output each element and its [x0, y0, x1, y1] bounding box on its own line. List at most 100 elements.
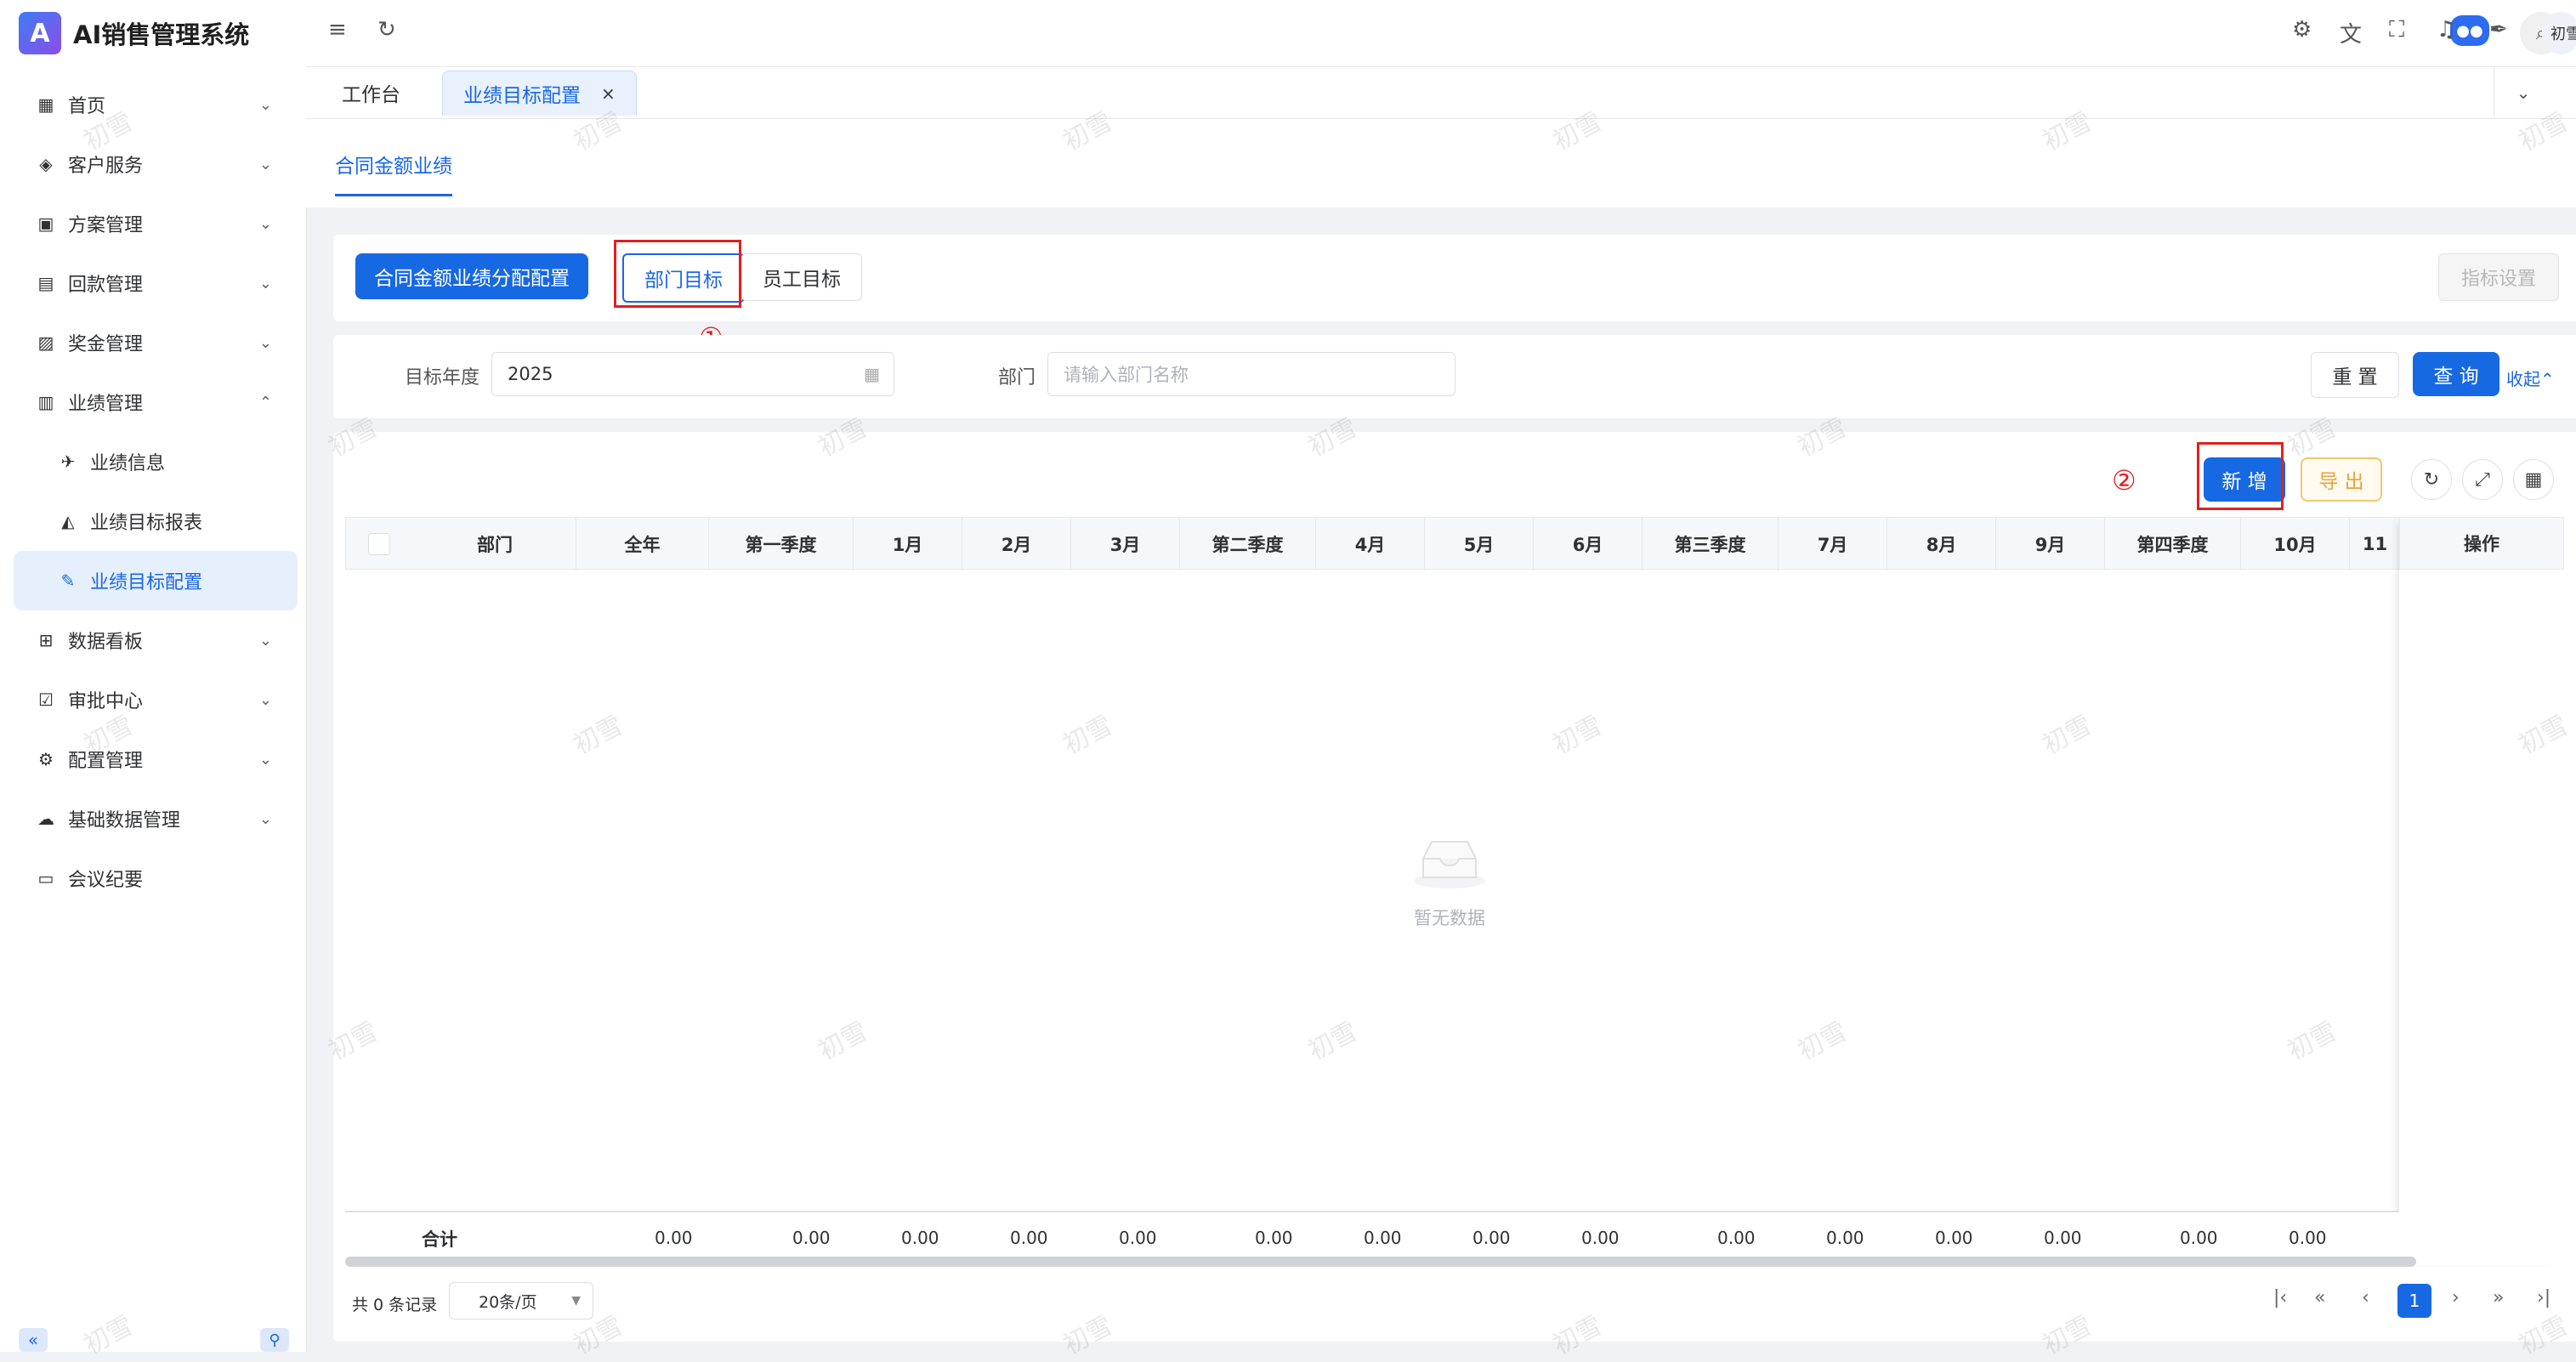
fullscreen-icon[interactable]: ⛶ [2389, 17, 2404, 43]
col-m5: 5月 [1424, 518, 1533, 570]
sum-m4: 0.00 [1364, 1228, 1402, 1248]
performance-chart-icon: ▥ [37, 392, 54, 412]
sidebar-item-config-management[interactable]: ⚙ 配置管理 ⌄ [14, 729, 298, 789]
col-q1: 第一季度 [708, 518, 853, 570]
sidebar-item-performance-management[interactable]: ▥ 业绩管理 ⌃ [14, 372, 298, 432]
meeting-icon: ▭ [37, 868, 54, 888]
contract-allocation-config-button[interactable]: 合同金额业绩分配配置 [355, 253, 588, 299]
tab-label: 工作台 [342, 84, 400, 106]
customer-service-icon: ◈ [39, 154, 53, 174]
tab-workbench[interactable]: 工作台 [321, 71, 421, 115]
sidebar-item-customer-service[interactable]: ◈ 客户服务 ⌄ [14, 134, 298, 194]
col-m6: 6月 [1533, 518, 1642, 570]
horizontal-scrollbar[interactable] [345, 1257, 2416, 1267]
approval-icon: ☑ [38, 690, 54, 710]
page-current[interactable]: 1 [2397, 1284, 2431, 1318]
sidebar-item-label: 业绩信息 [90, 453, 166, 474]
filter-card: 目标年度 2025 ▦ 部门 请输入部门名称 重 置 查 询 收起⌃ [333, 335, 2576, 418]
sum-m1: 0.00 [901, 1228, 939, 1248]
chevron-down-icon: ⌄ [258, 333, 272, 352]
cloud-data-icon: ☁ [37, 809, 54, 829]
rocket-icon: ✈ [60, 451, 76, 472]
sidebar-item-home[interactable]: ▦ 首页 ⌄ [14, 75, 298, 134]
col-m4: 4月 [1315, 518, 1424, 570]
sum-q3: 0.00 [1717, 1228, 1756, 1248]
bell-icon[interactable]: ♫ [2437, 17, 2456, 43]
col-q2: 第二季度 [1179, 518, 1315, 570]
sidebar-item-label: 配置管理 [68, 751, 144, 772]
sidebar-item-performance-info[interactable]: ✈ 业绩信息 [14, 432, 298, 491]
tab-dropdown-icon[interactable]: ⌄ [2494, 67, 2552, 118]
tab-contract-amount[interactable]: 合同金额业绩 [335, 150, 452, 196]
summary-row: 合计 0.00 0.00 0.00 0.00 0.00 0.00 0.00 0.… [345, 1211, 2399, 1260]
operation-column: 操作 [2399, 517, 2564, 1265]
sidebar-item-label: 业绩目标报表 [90, 513, 203, 534]
query-button[interactable]: 查 询 [2413, 352, 2499, 396]
brand[interactable]: A AI销售管理系统 [19, 10, 249, 56]
close-icon[interactable]: × [601, 83, 616, 104]
fullscreen-table-icon[interactable]: ⤢ [2462, 459, 2503, 500]
sidebar-item-bonus-management[interactable]: ▨ 奖金管理 ⌄ [14, 313, 298, 372]
dept-input[interactable]: 请输入部门名称 [1047, 352, 1455, 396]
sidebar-item-approval-center[interactable]: ☑ 审批中心 ⌄ [14, 670, 298, 729]
sidebar-item-target-report[interactable]: ◭ 业绩目标报表 [14, 491, 298, 551]
gear-icon[interactable]: ⚙ [2292, 17, 2312, 43]
sum-m5: 0.00 [1472, 1228, 1511, 1248]
user-avatar[interactable]: 初雪 [2542, 12, 2576, 54]
top-bar: ≡ ↻ ●● ⌕ ⚙ 文 ⛶ ♫ ✒ 初雪 [306, 0, 2576, 67]
dropdown-caret-icon: ▼ [571, 1294, 581, 1308]
dept-label: 部门 [998, 367, 1036, 389]
prev-fast-icon[interactable]: « [2314, 1287, 2325, 1308]
indicator-setting-button[interactable]: 指标设置 [2438, 253, 2559, 301]
col-operation: 操作 [2399, 517, 2564, 570]
collapse-link[interactable]: 收起⌃ [2506, 366, 2555, 390]
prev-page-icon[interactable]: ‹ [2362, 1287, 2369, 1308]
staff-target-button[interactable]: 员工目标 [741, 253, 862, 301]
col-m8: 8月 [1887, 518, 1995, 570]
sum-m10: 0.00 [2289, 1228, 2327, 1248]
translate-icon[interactable]: 文 [2340, 17, 2362, 48]
sidebar-item-payment-management[interactable]: ▤ 回款管理 ⌄ [14, 253, 298, 313]
annotation-box-2 [2197, 442, 2284, 510]
sidebar-item-meeting-minutes[interactable]: ▭ 会议纪要 [14, 848, 298, 908]
page-size-value: 20条/页 [479, 1292, 537, 1312]
pin-icon[interactable]: ⚲ [260, 1328, 289, 1352]
wrench-icon[interactable]: ✒ [2489, 17, 2508, 43]
tab-target-config[interactable]: 业绩目标配置 × [442, 71, 637, 116]
reset-button[interactable]: 重 置 [2311, 352, 2399, 398]
col-year: 全年 [576, 518, 708, 570]
year-label: 目标年度 [405, 367, 480, 389]
first-page-icon[interactable]: |‹ [2273, 1287, 2287, 1308]
page-size-select[interactable]: 20条/页 ▼ [449, 1282, 593, 1319]
col-m9: 9月 [1995, 518, 2104, 570]
sidebar-item-data-board[interactable]: ⊞ 数据看板 ⌄ [14, 610, 298, 670]
export-button[interactable]: 导 出 [2301, 457, 2382, 502]
next-fast-icon[interactable]: » [2493, 1287, 2504, 1308]
refresh-icon[interactable]: ↻ [377, 17, 396, 43]
collapse-sidebar-icon[interactable]: « [19, 1328, 48, 1352]
sum-m3: 0.00 [1119, 1228, 1157, 1248]
sidebar-item-base-data[interactable]: ☁ 基础数据管理 ⌄ [14, 789, 298, 848]
col-q3: 第三季度 [1642, 518, 1778, 570]
sidebar-menu: ▦ 首页 ⌄ ◈ 客户服务 ⌄ ▣ 方案管理 ⌄ ▤ 回款管理 ⌄ ▨ 奖金管理 ⌄ ▥ 业绩管理 ⌃ … [14, 75, 298, 908]
select-all-checkbox[interactable] [368, 533, 390, 555]
annotation-box-1 [614, 240, 741, 308]
year-value: 2025 [508, 364, 553, 384]
year-input[interactable]: 2025 ▦ [491, 352, 894, 396]
chevron-down-icon: ⌄ [258, 95, 272, 114]
next-page-icon[interactable]: › [2452, 1287, 2460, 1308]
app-logo: A [19, 12, 61, 54]
sum-m9: 0.00 [2044, 1228, 2082, 1248]
chevron-down-icon: ⌄ [258, 155, 272, 173]
table-header: 部门 全年 第一季度 1月 2月 3月 第二季度 4月 5月 6月 第三季度 7… [345, 517, 2564, 570]
column-settings-icon[interactable]: ▦ [2513, 459, 2554, 500]
sidebar-item-target-config[interactable]: ✎ 业绩目标配置 [14, 551, 298, 610]
refresh-table-icon[interactable]: ↻ [2411, 459, 2452, 500]
sidebar-item-plan-management[interactable]: ▣ 方案管理 ⌄ [14, 194, 298, 253]
menu-toggle-icon[interactable]: ≡ [328, 17, 347, 43]
sum-q4: 0.00 [2180, 1228, 2218, 1248]
last-page-icon[interactable]: ›| [2537, 1287, 2550, 1308]
sidebar-item-label: 首页 [68, 96, 106, 117]
sum-q1: 0.00 [792, 1228, 831, 1248]
sidebar-item-label: 方案管理 [68, 215, 144, 236]
